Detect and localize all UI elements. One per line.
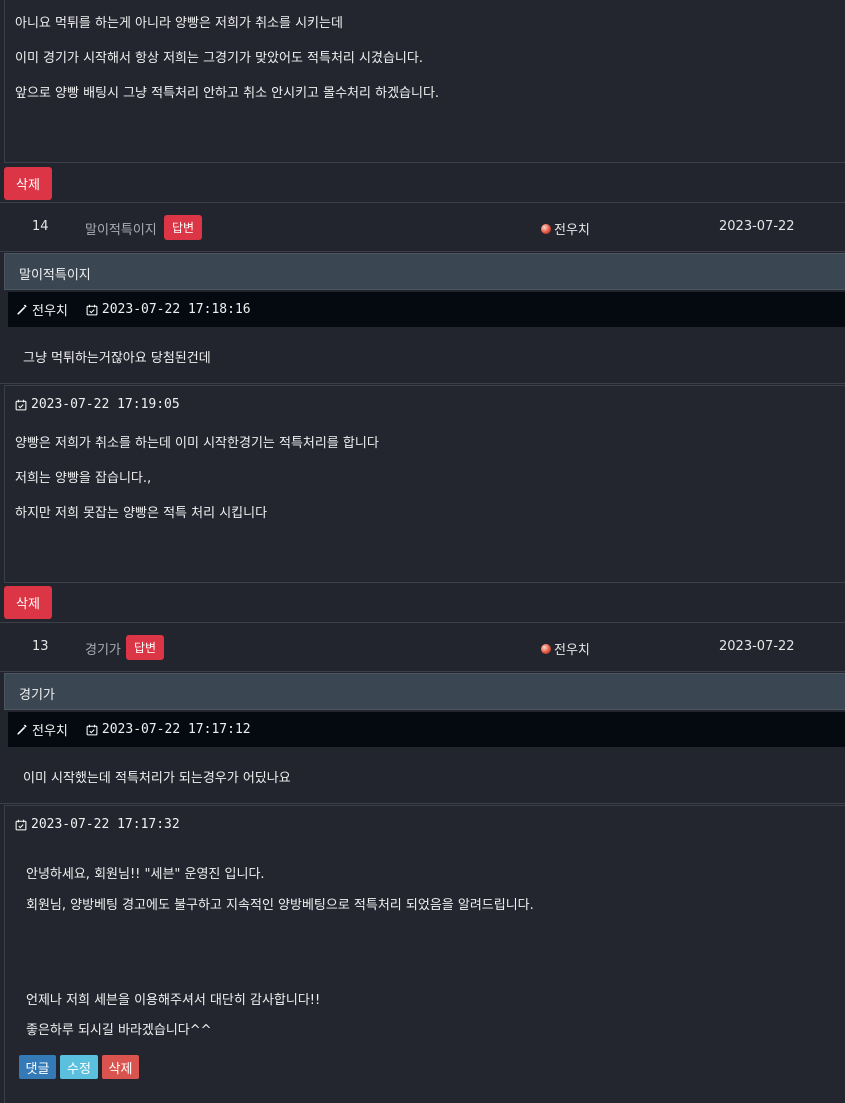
answer-datetime: 2023-07-22 17:17:32 (31, 817, 180, 832)
reply-badge: 답변 (164, 215, 203, 240)
post-meta-bar: 전우치 2023-07-22 17:18:16 (8, 292, 845, 327)
level-dot-icon (541, 643, 551, 654)
calendar-check-icon (15, 819, 27, 830)
meta-author-name: 전우치 (32, 724, 68, 739)
meta-author: 전우치 (16, 720, 68, 739)
post-subject-link[interactable]: 말이적특이지 (85, 219, 157, 238)
author-name: 전우치 (554, 223, 590, 238)
panel-title: 말이적특이지 (4, 253, 845, 290)
post-meta-bar: 전우치 2023-07-22 17:17:12 (8, 712, 845, 747)
post-number: 14 (32, 219, 49, 234)
calendar-check-icon (15, 399, 27, 410)
pencil-icon (17, 724, 27, 734)
divider (0, 622, 845, 623)
author-name: 전우치 (554, 643, 590, 658)
table-row[interactable]: 13 경기가 답변 전우치 2023-07-22 (0, 624, 845, 671)
post-subject-link[interactable]: 경기가 (85, 639, 121, 658)
level-dot-icon (541, 223, 551, 234)
question-text: 이미 시작했는데 적특처리가 되는경우가 어딨나요 (23, 771, 291, 786)
divider (0, 383, 845, 384)
delete-button[interactable]: 삭제 (102, 1055, 139, 1079)
comment-button[interactable]: 댓글 (19, 1055, 56, 1079)
meta-datetime: 2023-07-22 17:17:12 (101, 722, 251, 737)
answer-line: 언제나 저희 세븐을 이용해주셔서 대단히 감사합니다!! (26, 993, 321, 1008)
divider (0, 251, 845, 252)
calendar-check-icon (86, 304, 98, 315)
post-number: 13 (32, 639, 49, 654)
table-row[interactable]: 14 말이적특이지 답변 전우치 2023-07-22 (0, 204, 845, 251)
answer-line: 아니요 먹튀를 하는게 아니라 양빵은 저희가 취소를 시키는데 (15, 16, 343, 31)
post-author: 전우치 (541, 219, 590, 238)
answer-line: 회원님, 양방베팅 경고에도 불구하고 지속적인 양방베팅으로 적특처리 되었음… (26, 898, 534, 913)
post-author: 전우치 (541, 639, 590, 658)
post-date: 2023-07-22 (719, 219, 795, 234)
divider (0, 671, 845, 672)
calendar-check-icon (86, 724, 98, 735)
panel-title: 경기가 (4, 673, 845, 710)
post-date: 2023-07-22 (719, 639, 795, 654)
edit-button[interactable]: 수정 (60, 1055, 98, 1079)
meta-author: 전우치 (16, 300, 68, 319)
answer-line: 좋은하루 되시길 바라겠습니다^^ (26, 1023, 212, 1038)
answer-line: 이미 경기가 시작해서 항상 저희는 그경기가 맞았어도 적특처리 시겼습니다. (15, 51, 423, 66)
divider (0, 803, 845, 804)
answer-line: 앞으로 양빵 배팅시 그냥 적특처리 안하고 취소 안시키고 몰수처리 하겠습니… (15, 86, 440, 101)
reply-badge: 답변 (126, 635, 165, 660)
meta-date: 2023-07-22 17:17:12 (86, 722, 251, 737)
answer-line: 저희는 양빵을 잡습니다., (15, 471, 152, 486)
answer-line: 안녕하세요, 회원님!! "세븐" 운영진 입니다. (26, 867, 265, 882)
delete-button[interactable]: 삭제 (4, 586, 52, 619)
meta-datetime: 2023-07-22 17:18:16 (101, 302, 251, 317)
answer-date: 2023-07-22 17:17:32 (15, 817, 180, 832)
divider (0, 202, 845, 203)
meta-author-name: 전우치 (32, 304, 68, 319)
meta-date: 2023-07-22 17:18:16 (86, 302, 251, 317)
question-text: 그냥 먹튀하는거잖아요 당첨된건데 (23, 351, 211, 366)
delete-button[interactable]: 삭제 (4, 167, 52, 200)
answer-datetime: 2023-07-22 17:19:05 (31, 397, 180, 412)
pencil-icon (17, 304, 27, 314)
answer-line: 하지만 저희 못잡는 양빵은 적특 처리 시킵니다 (15, 506, 268, 521)
answer-line: 양빵은 저희가 취소를 하는데 이미 시작한경기는 적특처리를 합니다 (15, 436, 379, 451)
answer-date: 2023-07-22 17:19:05 (15, 397, 180, 412)
